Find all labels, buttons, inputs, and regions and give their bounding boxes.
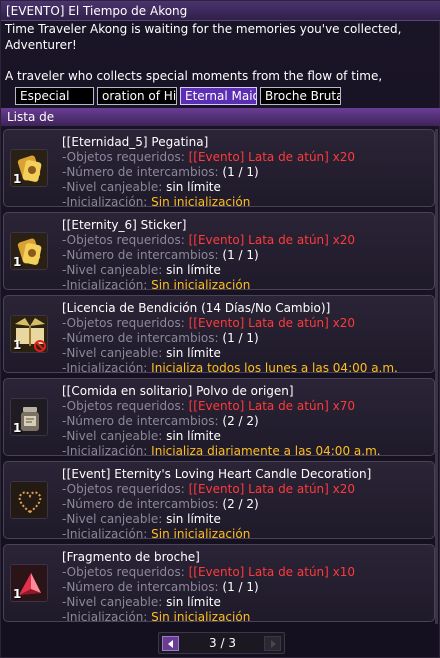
- reset-label: -Inicialización:: [62, 278, 148, 292]
- tab-especial[interactable]: Especial: [15, 87, 94, 105]
- item-quantity: 1: [13, 255, 22, 269]
- level-value: sin límite: [166, 263, 221, 277]
- exchanges-label: -Número de intercambios:: [62, 414, 219, 428]
- exchanges-label: -Número de intercambios:: [62, 248, 219, 262]
- reset-label: -Inicialización:: [62, 444, 148, 458]
- reset-label: -Inicialización:: [62, 610, 148, 624]
- list-header-label: Lista de: [7, 110, 55, 124]
- reset-value: Sin inicialización: [151, 278, 251, 292]
- required-label: -Objetos requeridos:: [62, 399, 185, 413]
- item-title: [[Event] Eternity's Loving Heart Candle …: [62, 467, 372, 481]
- description-line: Time Traveler Akong is waiting for the m…: [5, 22, 402, 36]
- item-title: [[Comida en solitario] Polvo de origen]: [62, 384, 294, 398]
- required-label: -Objetos requeridos:: [62, 565, 185, 579]
- description-line: Adventurer!: [5, 37, 77, 52]
- pagination: 3 / 3: [158, 632, 285, 654]
- event-description: Time Traveler Akong is waiting for the m…: [5, 22, 439, 84]
- level-label: -Nivel canjeable:: [62, 346, 163, 360]
- tab-broche-brutal[interactable]: Broche Brutal: [260, 87, 341, 105]
- required-label: -Objetos requeridos:: [62, 482, 185, 496]
- golden-sticker-icon: 1: [10, 149, 48, 187]
- tab-decoration[interactable]: oration of His: [97, 87, 177, 105]
- list-item[interactable]: 1 [[Eternity_6] Sticker] -Objetos requer…: [3, 212, 435, 292]
- item-title: [Fragmento de broche]: [62, 550, 200, 564]
- next-page-button[interactable]: [264, 636, 281, 651]
- item-title: [[Eternidad_5] Pegatina]: [62, 135, 209, 149]
- exchanges-label: -Número de intercambios:: [62, 165, 219, 179]
- exchanges-value: (1 / 1): [222, 580, 259, 594]
- item-quantity: 1: [13, 421, 22, 435]
- window-title: [EVENTO] El Tiempo de Akong: [6, 4, 188, 18]
- exchanges-value: (2 / 2): [222, 497, 259, 511]
- tab-eternal-maid[interactable]: Eternal Maid: [180, 87, 257, 105]
- exchange-list: 1 [[Eternidad_5] Pegatina] -Objetos requ…: [3, 129, 435, 627]
- level-label: -Nivel canjeable:: [62, 595, 163, 609]
- required-value: [[Evento] Lata de atún] x20: [188, 233, 356, 247]
- item-quantity: 1: [13, 172, 22, 186]
- exchanges-value: (1 / 1): [222, 331, 259, 345]
- list-scrollbar[interactable]: [435, 129, 438, 624]
- exchange-window: [EVENTO] El Tiempo de Akong Time Travele…: [0, 0, 440, 658]
- list-item[interactable]: [[Event] Eternity's Loving Heart Candle …: [3, 461, 435, 541]
- required-value: [[Evento] Lata de atún] x70: [188, 399, 356, 413]
- reset-value: Sin inicialización: [151, 527, 251, 541]
- required-label: -Objetos requeridos:: [62, 316, 185, 330]
- level-value: sin límite: [166, 180, 221, 194]
- list-item[interactable]: 1 [Fragmento de broche] -Objetos requeri…: [3, 544, 435, 624]
- powder-jar-icon: 1: [10, 398, 48, 436]
- tab-bar: Especial oration of His Eternal Maid Bro…: [15, 87, 341, 105]
- list-item[interactable]: 1 [[Comida en solitario] Polvo de origen…: [3, 378, 435, 458]
- item-title: [Licencia de Bendición (14 Días/No Cambi…: [62, 301, 331, 315]
- level-label: -Nivel canjeable:: [62, 512, 163, 526]
- level-label: -Nivel canjeable:: [62, 263, 163, 277]
- item-quantity: 1: [13, 587, 22, 601]
- red-crystal-icon: 1: [10, 564, 48, 602]
- description-line: A traveler who collects special moments …: [5, 68, 383, 83]
- required-label: -Objetos requeridos:: [62, 233, 185, 247]
- level-label: -Nivel canjeable:: [62, 180, 163, 194]
- reset-label: -Inicialización:: [62, 361, 148, 375]
- item-title: [[Eternity_6] Sticker]: [62, 218, 187, 232]
- level-label: -Nivel canjeable:: [62, 429, 163, 443]
- reset-value: Inicializa diariamente a las 04:00 a.m.: [151, 444, 381, 458]
- exchanges-value: (2 / 2): [222, 414, 259, 428]
- required-value: [[Evento] Lata de atún] x10: [188, 565, 356, 579]
- reset-label: -Inicialización:: [62, 195, 148, 209]
- reset-value: Inicializa todos los lunes a las 04:00 a…: [151, 361, 398, 375]
- required-value: [[Evento] Lata de atún] x20: [188, 150, 356, 164]
- exchanges-value: (1 / 1): [222, 165, 259, 179]
- reset-value: Sin inicialización: [151, 610, 251, 624]
- exchanges-value: (1 / 1): [222, 248, 259, 262]
- exchanges-label: -Número de intercambios:: [62, 497, 219, 511]
- level-value: sin límite: [166, 595, 221, 609]
- required-value: [[Evento] Lata de atún] x20: [188, 482, 356, 496]
- reset-label: -Inicialización:: [62, 527, 148, 541]
- description-line: [5, 53, 439, 69]
- required-label: -Objetos requeridos:: [62, 150, 185, 164]
- title-bar[interactable]: [EVENTO] El Tiempo de Akong: [1, 1, 440, 21]
- item-quantity: 1: [13, 338, 22, 352]
- golden-sticker-icon: 1: [10, 232, 48, 270]
- level-value: sin límite: [166, 346, 221, 360]
- level-value: sin límite: [166, 512, 221, 526]
- heart-candle-icon: [10, 481, 48, 519]
- blessing-book-icon: 1: [10, 315, 48, 353]
- reset-value: Sin inicialización: [151, 195, 251, 209]
- list-item[interactable]: 1 [[Eternidad_5] Pegatina] -Objetos requ…: [3, 129, 435, 209]
- list-item[interactable]: 1 [Licencia de Bendición (14 Días/No Cam…: [3, 295, 435, 375]
- exchanges-label: -Número de intercambios:: [62, 331, 219, 345]
- list-header: Lista de: [1, 108, 440, 126]
- required-value: [[Evento] Lata de atún] x20: [188, 316, 356, 330]
- exchanges-label: -Número de intercambios:: [62, 580, 219, 594]
- level-value: sin límite: [166, 429, 221, 443]
